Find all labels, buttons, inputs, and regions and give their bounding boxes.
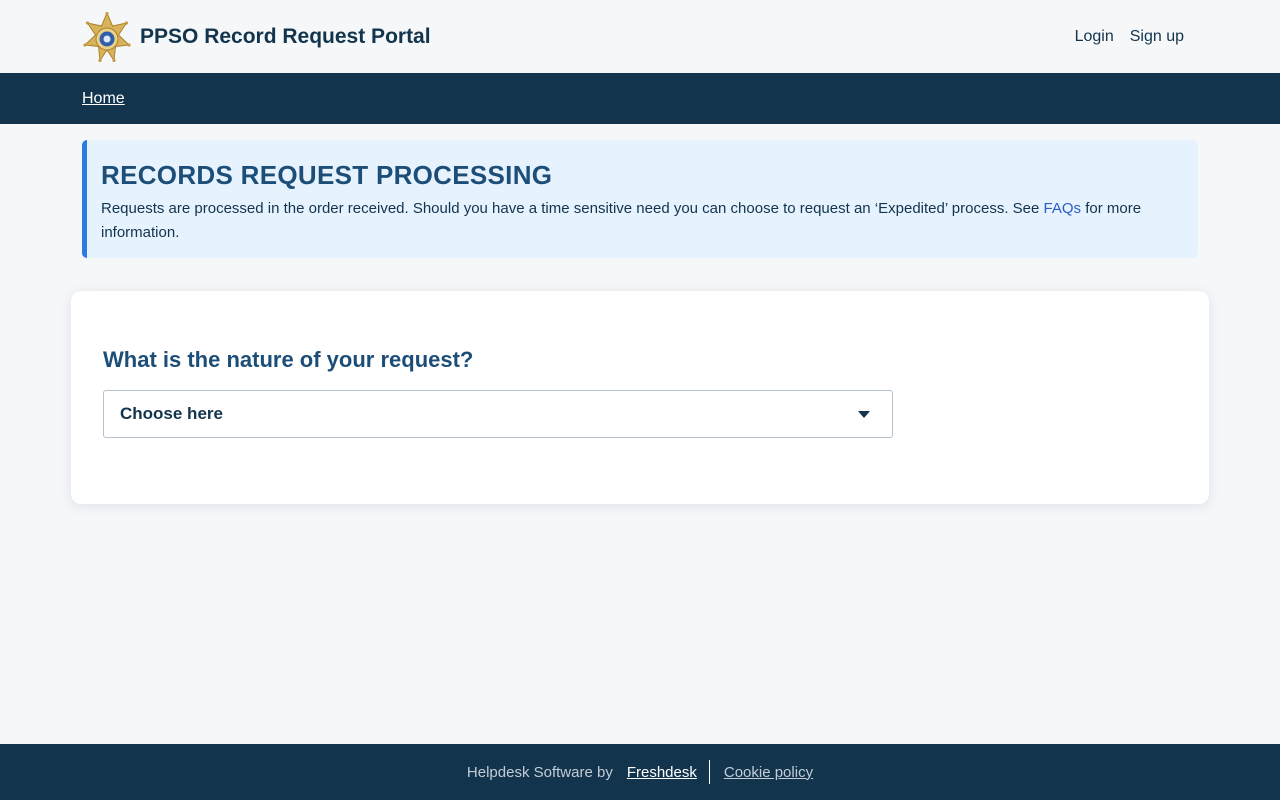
freshdesk-link[interactable]: Freshdesk xyxy=(627,764,697,781)
notice-text-before: Requests are processed in the order rece… xyxy=(101,200,1044,217)
notice-title: RECORDS REQUEST PROCESSING xyxy=(101,160,553,190)
notice-banner: RECORDS REQUEST PROCESSING Requests are … xyxy=(82,140,1198,258)
portal-title: PPSO Record Request Portal xyxy=(140,24,431,48)
select-value: Choose here xyxy=(120,404,223,423)
notice-text: Requests are processed in the order rece… xyxy=(101,197,1184,245)
request-form-card: What is the nature of your request? Choo… xyxy=(71,291,1209,504)
faqs-link[interactable]: FAQs xyxy=(1044,200,1082,217)
top-header: PPSO Record Request Portal Login Sign up xyxy=(0,0,1280,73)
footer: Helpdesk Software by Freshdesk Cookie po… xyxy=(0,744,1280,800)
breadcrumb-home-link[interactable]: Home xyxy=(82,90,125,108)
footer-divider xyxy=(708,760,710,784)
request-nature-question: What is the nature of your request? xyxy=(103,347,474,372)
header-nav: Login Sign up xyxy=(1059,28,1184,46)
caret-down-icon xyxy=(858,410,870,418)
login-link[interactable]: Login xyxy=(1075,28,1114,46)
request-nature-select[interactable]: Choose here xyxy=(103,390,893,438)
brand[interactable]: PPSO Record Request Portal xyxy=(82,11,431,62)
helpdesk-text: Helpdesk Software by xyxy=(466,763,613,781)
sheriff-star-badge-icon xyxy=(83,11,131,62)
cookie-policy-link[interactable]: Cookie policy xyxy=(724,764,813,781)
signup-link[interactable]: Sign up xyxy=(1130,28,1184,46)
breadcrumb: Home xyxy=(0,73,1280,124)
